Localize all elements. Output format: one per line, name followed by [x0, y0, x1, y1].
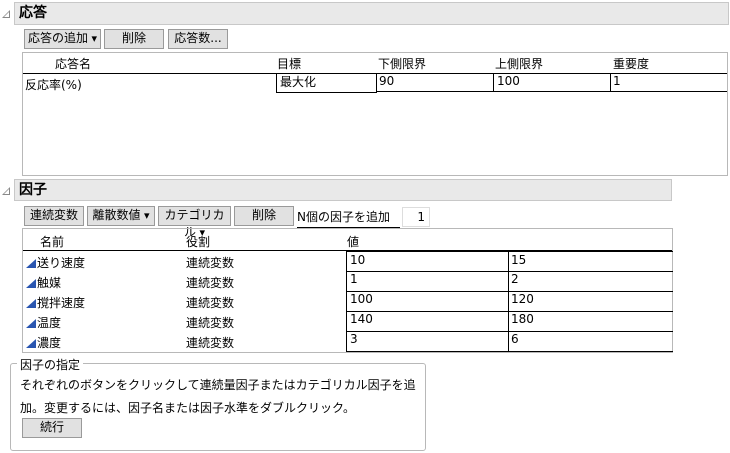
factor-name-text[interactable]: 濃度: [37, 336, 61, 350]
factor-name[interactable]: 撹拌速度: [26, 294, 85, 311]
factor-low-value[interactable]: 10: [346, 251, 509, 272]
delete-response-button[interactable]: 削除: [104, 29, 164, 49]
factor-name[interactable]: 温度: [26, 314, 61, 331]
col-response-name: 応答名: [55, 57, 92, 71]
collapse-responses-icon[interactable]: [2, 10, 10, 18]
factor-high-value[interactable]: 120: [508, 291, 673, 312]
factor-high-value[interactable]: 15: [508, 251, 673, 272]
col-upper: 上側限界: [495, 57, 544, 71]
factor-name-text[interactable]: 温度: [37, 316, 61, 330]
response-importance[interactable]: 1: [610, 73, 727, 92]
factor-role: 連続変数: [186, 256, 235, 270]
col-name: 名前: [40, 235, 65, 249]
response-goal[interactable]: 最大化: [276, 73, 377, 93]
factors-header: 因子: [14, 179, 672, 201]
continuous-factor-icon: [26, 319, 36, 328]
add-n-factors-input[interactable]: 1: [402, 207, 430, 227]
response-name[interactable]: 反応率(%): [25, 76, 82, 93]
col-goal: 目標: [277, 57, 302, 71]
add-n-factors-label: N個の因子を追加: [297, 208, 400, 228]
factor-role: 連続変数: [186, 296, 235, 310]
spec-text-2: 加。変更するには、因子名または因子水準をダブルクリック。: [20, 401, 356, 415]
factor-low-value[interactable]: 100: [346, 291, 509, 312]
spec-text-1: それぞれのボタンをクリックして連続量因子またはカテゴリカル因子を追: [20, 378, 416, 392]
continuous-factor-icon: [26, 279, 36, 288]
factor-name[interactable]: 濃度: [26, 334, 61, 351]
col-role: 役割: [186, 235, 211, 249]
add-response-button[interactable]: 応答の追加: [24, 29, 101, 49]
factor-high-value[interactable]: 180: [508, 311, 673, 332]
continue-button[interactable]: 続行: [22, 418, 82, 438]
factor-role: 連続変数: [186, 316, 235, 330]
delete-factor-button[interactable]: 削除: [234, 206, 294, 226]
factor-low-value[interactable]: 3: [346, 331, 509, 352]
response-count-button[interactable]: 応答数...: [168, 29, 228, 49]
continuous-factor-icon: [26, 299, 36, 308]
factor-spec-title: 因子の指定: [17, 356, 84, 373]
factor-high-value[interactable]: 2: [508, 271, 673, 292]
factor-name[interactable]: 送り速度: [26, 254, 85, 271]
factor-low-value[interactable]: 140: [346, 311, 509, 332]
factor-low-value[interactable]: 1: [346, 271, 509, 292]
discrete-button[interactable]: 離散数値: [87, 206, 155, 226]
collapse-factors-icon[interactable]: [2, 187, 10, 195]
continuous-factor-icon: [26, 259, 36, 268]
continuous-factor-icon: [26, 339, 36, 348]
factor-high-value[interactable]: 6: [508, 331, 673, 352]
factor-role: 連続変数: [186, 276, 235, 290]
col-values: 値: [347, 235, 360, 249]
col-lower: 下側限界: [378, 57, 427, 71]
factor-name-text[interactable]: 撹拌速度: [37, 296, 85, 310]
factor-name[interactable]: 触媒: [26, 274, 61, 291]
response-lower[interactable]: 90: [376, 73, 494, 92]
categorical-button[interactable]: カテゴリカル: [158, 206, 231, 239]
col-importance: 重要度: [613, 57, 650, 71]
factor-name-text[interactable]: 触媒: [37, 276, 61, 290]
response-upper[interactable]: 100: [493, 73, 611, 92]
continuous-button[interactable]: 連続変数: [24, 206, 84, 226]
factor-name-text[interactable]: 送り速度: [37, 256, 85, 270]
factor-role: 連続変数: [186, 336, 235, 350]
responses-header: 応答: [14, 2, 729, 25]
